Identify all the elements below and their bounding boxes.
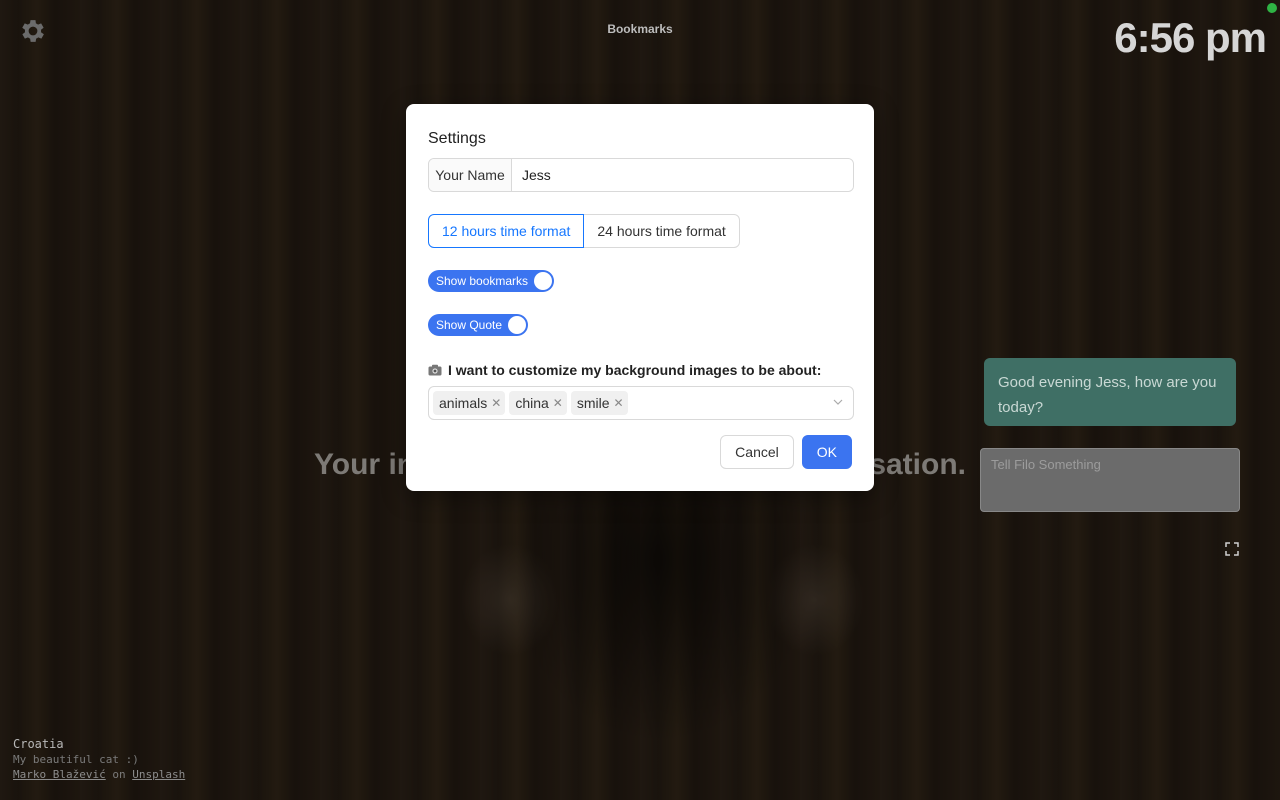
- toggle-knob: [534, 272, 553, 290]
- tag-label: china: [515, 395, 549, 411]
- status-indicator: [1267, 3, 1277, 13]
- close-icon[interactable]: ✕: [553, 396, 563, 410]
- modal-title: Settings: [428, 130, 486, 147]
- tag-smile: smile ✕: [570, 391, 628, 415]
- name-label: Your Name: [429, 159, 512, 191]
- chevron-down-icon[interactable]: [833, 397, 843, 407]
- show-bookmarks-label: Show bookmarks: [436, 274, 529, 288]
- chat-greeting-bubble: Good evening Jess, how are you today?: [984, 358, 1236, 426]
- unsplash-link[interactable]: Unsplash: [132, 768, 185, 781]
- cancel-button[interactable]: Cancel: [720, 435, 794, 469]
- name-input[interactable]: [512, 159, 853, 191]
- credits-on-text: on: [112, 768, 126, 781]
- tag-label: animals: [439, 395, 488, 411]
- photo-location: Croatia: [13, 737, 64, 751]
- fullscreen-icon[interactable]: [1225, 542, 1239, 556]
- tag-label: smile: [576, 395, 610, 411]
- show-quote-label: Show Quote: [436, 318, 503, 332]
- show-quote-toggle[interactable]: Show Quote: [428, 314, 529, 336]
- photo-author-link[interactable]: Marko Blažević: [13, 768, 106, 781]
- time-format-24-button[interactable]: 24 hours time format: [583, 214, 740, 248]
- chat-input[interactable]: [980, 448, 1240, 512]
- tag-china: china ✕: [509, 391, 567, 415]
- modal-footer: Cancel OK: [720, 435, 852, 469]
- background-topics-select[interactable]: animals ✕ china ✕ smile ✕: [428, 386, 854, 420]
- close-icon[interactable]: ✕: [491, 396, 501, 410]
- background-topics-text: I want to customize my background images…: [448, 362, 822, 378]
- photo-credits: Croatia My beautiful cat :) Marko Blažev…: [13, 737, 185, 782]
- show-bookmarks-toggle[interactable]: Show bookmarks: [428, 270, 555, 292]
- background-topics-label: I want to customize my background images…: [428, 362, 852, 378]
- tag-animals: animals ✕: [433, 391, 506, 415]
- time-format-group: 12 hours time format 24 hours time forma…: [428, 214, 852, 248]
- camera-icon: [428, 364, 442, 376]
- close-icon[interactable]: ✕: [614, 396, 624, 410]
- photo-description: My beautiful cat :): [13, 753, 139, 766]
- time-format-12-button[interactable]: 12 hours time format: [428, 214, 585, 248]
- toggle-knob: [508, 316, 527, 334]
- clock: 6:56 pm: [1114, 14, 1267, 61]
- settings-modal: Settings Your Name 12 hours time format …: [406, 104, 874, 491]
- ok-button[interactable]: OK: [801, 435, 852, 469]
- bookmarks-title[interactable]: Bookmarks: [0, 22, 1280, 36]
- name-field-group: Your Name: [428, 158, 854, 192]
